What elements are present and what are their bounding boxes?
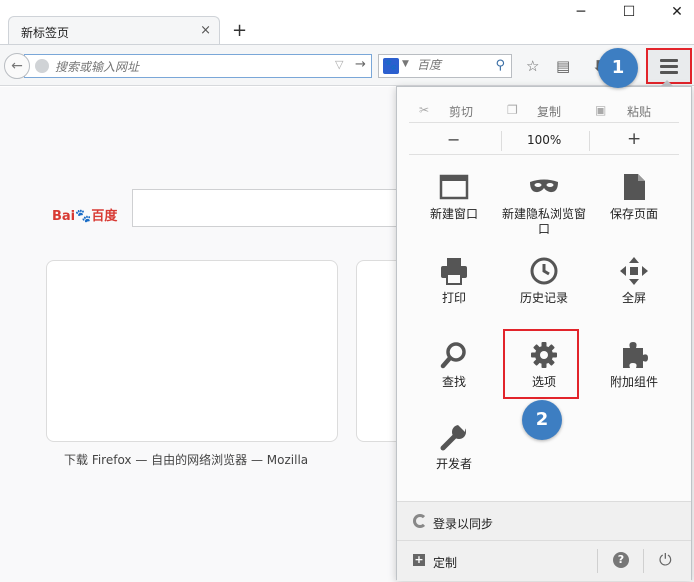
zoom-controls: − 100% +: [409, 127, 679, 155]
baidu-search-input[interactable]: [132, 189, 412, 227]
help-icon[interactable]: ?: [613, 552, 629, 568]
history-clock-icon: [530, 257, 558, 285]
close-tab-icon[interactable]: ×: [200, 23, 211, 38]
divider: [589, 131, 590, 151]
divider: [501, 131, 502, 151]
step-badge-2: 2: [522, 400, 562, 440]
close-window-button[interactable]: ✕: [662, 4, 692, 26]
paste-icon[interactable]: ▣: [595, 103, 606, 117]
zoom-out-button[interactable]: −: [447, 130, 460, 149]
menu-footer: + 定制 ? ⏻: [397, 541, 691, 581]
maximize-button[interactable]: ☐: [614, 4, 644, 26]
menu-item-addons[interactable]: 附加组件: [589, 339, 679, 390]
new-tab-button[interactable]: +: [232, 20, 247, 41]
sync-row[interactable]: 登录以同步: [397, 501, 691, 541]
private-mask-icon: [530, 179, 558, 193]
divider: [597, 549, 598, 573]
puzzle-icon: [623, 342, 648, 368]
site-identity-icon[interactable]: [35, 59, 49, 73]
cut-button[interactable]: 剪切: [449, 103, 473, 120]
top-site-tile[interactable]: [46, 260, 338, 442]
back-arrow-icon: ←: [11, 58, 23, 74]
printer-icon: [441, 258, 467, 285]
go-arrow-icon[interactable]: →: [355, 57, 366, 72]
new-window-icon: [439, 174, 469, 200]
nav-toolbar: ▽ → ← 🐾 ▼ ⚲ ☆ ▤ ⬇: [0, 44, 694, 86]
menu-item-print[interactable]: 打印: [409, 255, 499, 306]
sync-icon: [413, 514, 427, 528]
search-bar[interactable]: 🐾 ▼ ⚲: [378, 54, 512, 78]
baidu-logo: Bai🐾百度: [52, 209, 118, 224]
engine-dropdown-icon[interactable]: ▼: [402, 59, 409, 69]
tab-new-tab[interactable]: 新标签页 ×: [8, 16, 220, 46]
menu-item-save-page[interactable]: 保存页面: [589, 171, 679, 222]
cut-icon[interactable]: ✂: [419, 103, 429, 117]
back-button[interactable]: ←: [4, 53, 30, 79]
search-icon[interactable]: ⚲: [495, 58, 505, 73]
search-input[interactable]: [417, 58, 487, 72]
magnifier-icon: [440, 342, 466, 369]
zoom-in-button[interactable]: +: [627, 129, 641, 149]
copy-icon[interactable]: ❐: [507, 103, 518, 117]
customize-button[interactable]: 定制: [433, 554, 457, 571]
main-menu-panel: ✂ 剪切 ❐ 复制 ▣ 粘贴 − 100% + 新建窗口 新建隐私浏览窗口 保存…: [396, 86, 692, 581]
sync-label: 登录以同步: [433, 517, 494, 531]
url-input[interactable]: [55, 58, 325, 76]
menu-item-new-window[interactable]: 新建窗口: [409, 171, 499, 222]
zoom-reset-button[interactable]: 100%: [527, 133, 561, 147]
bookmark-star-icon[interactable]: ☆: [526, 57, 539, 75]
power-icon[interactable]: ⏻: [659, 550, 672, 570]
edit-controls: ✂ 剪切 ❐ 复制 ▣ 粘贴: [409, 97, 679, 123]
divider: [643, 549, 644, 573]
customize-plus-icon[interactable]: +: [413, 554, 425, 566]
menu-item-find[interactable]: 查找: [409, 339, 499, 390]
options-highlight-box: [503, 329, 579, 399]
minimize-button[interactable]: ─: [566, 4, 596, 26]
reading-list-icon[interactable]: ▤: [556, 57, 570, 75]
baidu-paw-icon: 🐾: [75, 209, 92, 224]
titlebar: 新标签页 × + ─ ☐ ✕: [0, 0, 694, 46]
menu-item-history[interactable]: 历史记录: [499, 255, 589, 306]
baidu-paw-icon[interactable]: 🐾: [383, 58, 399, 74]
url-dropdown-icon[interactable]: ▽: [335, 58, 343, 71]
hamburger-icon: [660, 59, 678, 74]
tab-title: 新标签页: [21, 26, 70, 40]
save-page-icon: [624, 174, 645, 200]
copy-button[interactable]: 复制: [537, 103, 561, 120]
tile-caption[interactable]: 下载 Firefox — 自由的网络浏览器 — Mozilla: [64, 451, 308, 468]
menu-item-fullscreen[interactable]: 全屏: [589, 255, 679, 306]
open-menu-button[interactable]: [646, 48, 692, 84]
step-badge-1: 1: [598, 48, 638, 88]
fullscreen-icon: [620, 257, 648, 285]
wrench-icon: [440, 425, 466, 451]
paste-button[interactable]: 粘贴: [627, 103, 651, 120]
url-bar[interactable]: ▽ →: [24, 54, 372, 78]
menu-item-private-window[interactable]: 新建隐私浏览窗口: [499, 171, 589, 237]
menu-item-developer[interactable]: 开发者: [409, 421, 499, 472]
